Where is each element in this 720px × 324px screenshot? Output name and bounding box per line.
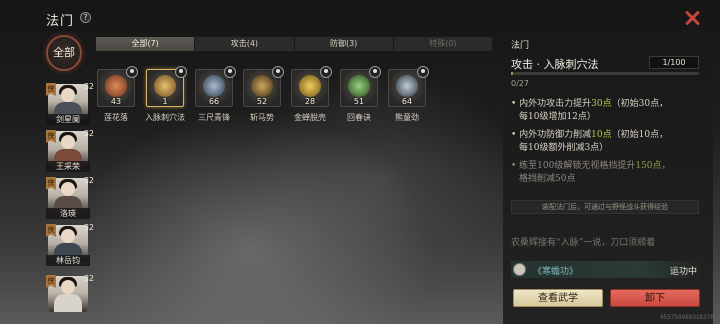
owner-avatar-icon: [417, 66, 429, 78]
skill-name: 入脉刺穴法: [145, 113, 185, 122]
herb-emblem-icon: [348, 75, 370, 97]
effect-text: 每10级增加12点）: [519, 112, 596, 122]
effect-line-locked: • 练至100级解锁无视格挡提升150点， 格挡削减50点: [511, 160, 701, 186]
skill-level: 1/100: [649, 56, 699, 69]
skill-card[interactable]: 52 斩马势: [243, 66, 284, 125]
owner-avatar-icon: [513, 263, 526, 276]
effect-text: • 内外功攻击力提升: [511, 99, 592, 109]
character-level: 32: [83, 223, 94, 232]
skill-count: 52: [256, 97, 268, 106]
sword-emblem-icon: [203, 75, 225, 97]
character-level: 32: [83, 82, 94, 91]
skill-card[interactable]: 1 入脉刺穴法: [145, 66, 187, 125]
skill-count: 64: [401, 97, 413, 106]
filter-all-label: 全部: [53, 46, 75, 59]
category-tabs: 全部(7) 攻击(4) 防御(3) 特殊(0): [96, 37, 493, 51]
fist-emblem-icon: [396, 75, 418, 97]
player-uid: 455758988318370: [659, 314, 714, 321]
skill-card[interactable]: 51 回春诀: [340, 66, 381, 125]
skill-card[interactable]: 64 熊童劲: [388, 66, 429, 125]
skill-count: 66: [208, 97, 220, 106]
panel-category: 法门: [511, 41, 530, 51]
character-level: 32: [83, 176, 94, 185]
character-name: 王采荣: [46, 161, 90, 172]
effect-value: 10点: [591, 130, 612, 140]
skill-count: 43: [110, 97, 122, 106]
close-icon[interactable]: [684, 10, 700, 26]
blade-emblem-icon: [251, 75, 273, 97]
character-level: 32: [83, 129, 94, 138]
character-slot[interactable]: 侠 32 洛瑛: [46, 176, 94, 219]
character-name: 洛瑛: [46, 208, 90, 219]
filter-all-button[interactable]: 全部: [46, 35, 82, 71]
skill-name: 斩马势: [250, 113, 274, 122]
effect-text: （初始10点，: [611, 130, 669, 140]
effect-text: 格挡削减50点: [519, 174, 576, 184]
skill-card[interactable]: 66 三尺青锋: [195, 66, 236, 125]
cicada-emblem-icon: [299, 75, 321, 97]
active-skill-row[interactable]: 《寒蟾功》 运功中: [511, 261, 701, 278]
skill-card[interactable]: 28 金蝉脱壳: [291, 66, 332, 125]
effect-line: • 内外功防御力削减10点（初始10点， 每10级额外削减3点）: [511, 129, 701, 155]
tab-all[interactable]: 全部(7): [96, 37, 196, 51]
character-slot[interactable]: 侠 32 王采荣: [46, 129, 94, 172]
skill-count: 51: [353, 97, 365, 106]
effect-value: 150点: [635, 161, 662, 171]
stance-emblem-icon: [154, 75, 176, 97]
owner-avatar-icon: [224, 66, 236, 78]
character-level: 32: [83, 274, 94, 283]
dancer-emblem-icon: [105, 75, 127, 97]
character-slot[interactable]: 侠 32 剑星阑: [46, 82, 94, 125]
owner-avatar-icon: [272, 66, 284, 78]
owner-avatar-icon: [175, 66, 187, 78]
tab-defense[interactable]: 防御(3): [295, 37, 394, 51]
skill-name: 回春诀: [347, 113, 371, 122]
exp-tip: 装配法门后，可通过与野怪战斗获得经验: [511, 200, 699, 214]
skill-name: 莲花落: [104, 113, 128, 122]
lore-text: 农桑辉接有“入脉”一说，刀口须顺着: [511, 238, 656, 248]
effect-text: 每10级额外削减3点）: [519, 143, 609, 153]
character-slot[interactable]: 侠 32 林岳钧: [46, 223, 94, 266]
skill-name: 熊童劲: [395, 113, 419, 122]
character-name: 剑星阑: [46, 114, 90, 125]
exp-text: 0/27: [511, 79, 529, 88]
skill-name: 金蝉脱壳: [294, 113, 326, 122]
unequip-button[interactable]: 卸下: [610, 289, 700, 307]
help-icon[interactable]: ?: [80, 12, 91, 23]
skill-count: 28: [304, 97, 316, 106]
effect-text: （初始30点，: [611, 99, 669, 109]
skill-count: 1: [162, 97, 168, 106]
active-skill-name: 《寒蟾功》: [533, 267, 579, 277]
owner-avatar-icon: [320, 66, 332, 78]
effect-value: 30点: [591, 99, 612, 109]
skill-card[interactable]: 43 莲花落: [97, 66, 138, 125]
exp-progress-fill: [511, 72, 513, 75]
exp-progress-bar: [511, 72, 699, 75]
effect-text: • 练至100级解锁无视格挡提升: [511, 161, 636, 171]
owner-avatar-icon: [369, 66, 381, 78]
owner-avatar-icon: [126, 66, 138, 78]
character-slot[interactable]: 侠 32: [46, 274, 94, 316]
tab-special[interactable]: 特殊(0): [394, 37, 493, 51]
effect-text: ，: [661, 161, 671, 171]
active-status: 运功中: [669, 267, 697, 277]
page-title: 法门: [46, 14, 75, 29]
effect-text: • 内外功防御力削减: [511, 130, 592, 140]
tab-attack[interactable]: 攻击(4): [195, 37, 295, 51]
view-martial-art-button[interactable]: 查看武学: [513, 289, 603, 307]
skill-name: 三尺青锋: [198, 113, 230, 122]
effect-line: • 内外功攻击力提升30点（初始30点， 每10级增加12点）: [511, 98, 701, 124]
panel-skill-title: 攻击 · 入脉刺穴法: [511, 58, 599, 71]
character-name: 林岳钧: [46, 255, 90, 266]
